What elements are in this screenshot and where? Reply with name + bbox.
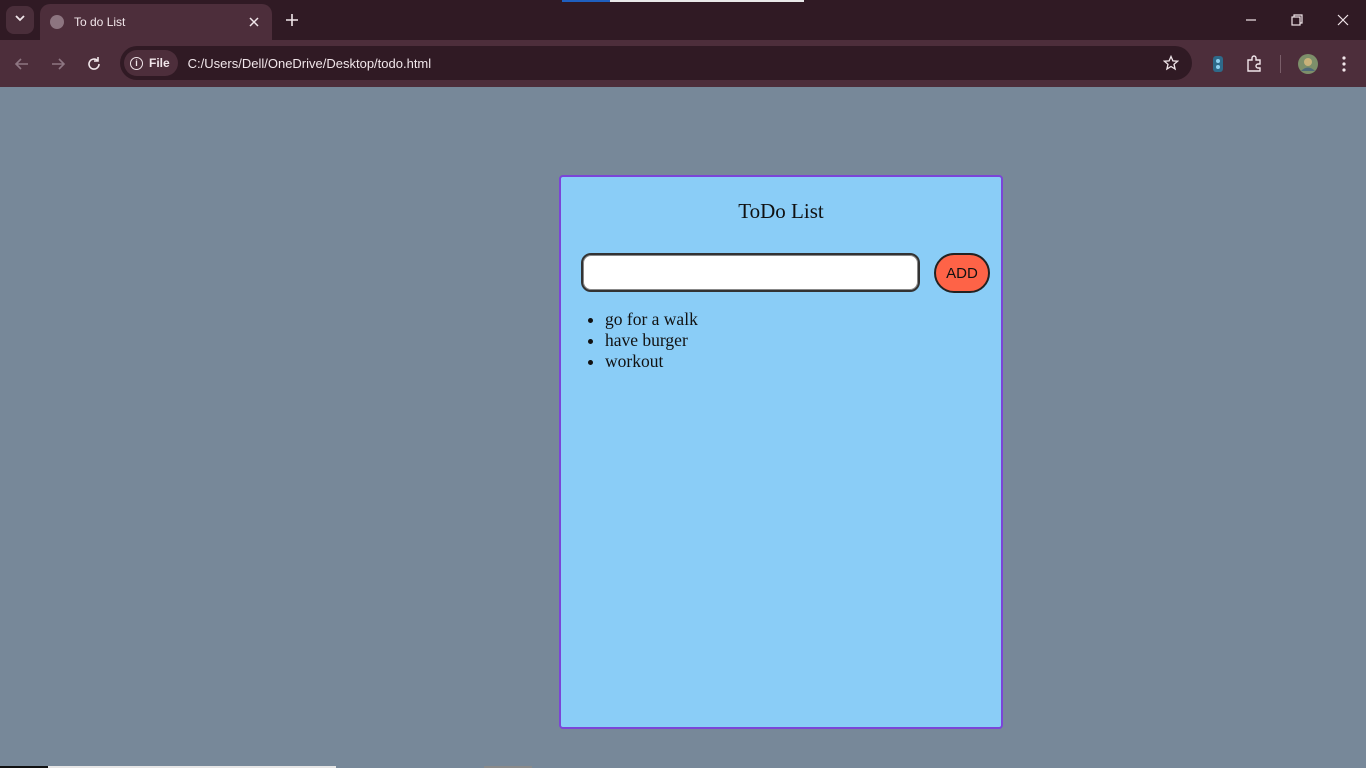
bookmark-button[interactable] — [1156, 48, 1186, 78]
site-info-chip[interactable]: i File — [124, 50, 178, 76]
tab-strip: To do List — [0, 0, 1366, 40]
kebab-menu-icon — [1342, 56, 1346, 72]
top-indicator — [562, 0, 610, 2]
reload-icon — [88, 57, 100, 70]
list-item: workout — [605, 351, 698, 372]
site-chip-label: File — [149, 56, 170, 70]
plus-icon — [286, 14, 298, 26]
restore-icon — [1291, 14, 1303, 26]
close-window-button[interactable] — [1320, 0, 1366, 40]
list-item: go for a walk — [605, 309, 698, 330]
tab-close-button[interactable] — [246, 14, 262, 30]
star-icon — [1163, 55, 1179, 71]
info-icon: i — [130, 56, 143, 70]
profile-button[interactable] — [1294, 50, 1322, 78]
back-button[interactable] — [8, 50, 36, 78]
arrow-right-icon — [52, 58, 66, 70]
browser-toolbar: i File C:/Users/Dell/OneDrive/Desktop/to… — [0, 40, 1366, 87]
todo-list: go for a walk have burger workout — [605, 309, 698, 372]
globe-icon — [50, 15, 64, 29]
extension-app-icon — [1213, 56, 1223, 72]
close-icon — [1337, 14, 1349, 26]
toolbar-separator — [1280, 55, 1281, 73]
address-bar[interactable]: i File C:/Users/Dell/OneDrive/Desktop/to… — [120, 46, 1192, 80]
extensions-button[interactable] — [1240, 50, 1268, 78]
browser-chrome: To do List i File C:/Users/Dell/OneDrive… — [0, 0, 1366, 87]
puzzle-icon — [1247, 55, 1261, 72]
chevron-down-icon — [14, 11, 26, 29]
page-title: ToDo List — [738, 199, 824, 223]
forward-button[interactable] — [44, 50, 72, 78]
avatar-icon — [1298, 54, 1318, 74]
url-text[interactable]: C:/Users/Dell/OneDrive/Desktop/todo.html — [188, 56, 1156, 71]
extension-app-button[interactable] — [1204, 50, 1232, 78]
new-tab-button[interactable] — [280, 8, 304, 32]
close-icon — [249, 17, 259, 27]
tab-title: To do List — [74, 15, 126, 29]
todo-card: ToDo List ADD go for a walk have burger … — [559, 175, 1003, 729]
minimize-button[interactable] — [1228, 0, 1274, 40]
minimize-icon — [1246, 19, 1256, 21]
tab-search-button[interactable] — [6, 6, 34, 34]
arrow-left-icon — [14, 58, 28, 70]
tab-active[interactable]: To do List — [40, 4, 272, 40]
restore-button[interactable] — [1274, 0, 1320, 40]
reload-button[interactable] — [80, 50, 108, 78]
top-indicator — [610, 0, 804, 2]
browser-menu-button[interactable] — [1330, 50, 1358, 78]
add-button[interactable]: ADD — [934, 253, 990, 293]
todo-input[interactable] — [581, 253, 920, 292]
list-item: have burger — [605, 330, 698, 351]
